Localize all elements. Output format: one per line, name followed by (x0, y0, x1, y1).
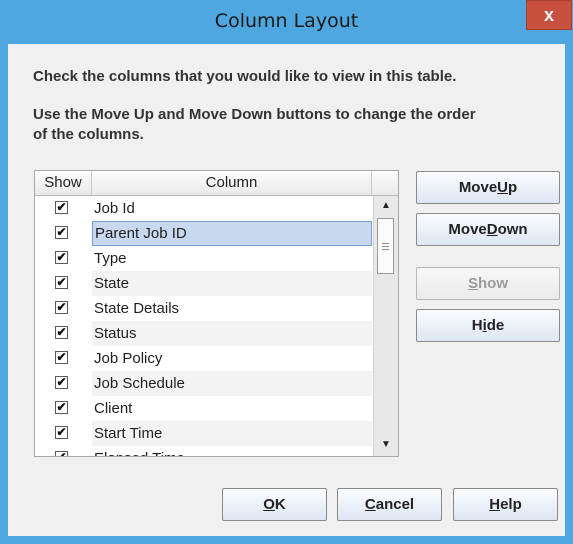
show-checkbox[interactable]: ✔ (55, 351, 68, 364)
scroll-up-icon[interactable]: ▲ (375, 197, 397, 215)
help-mnemonic: H (489, 496, 501, 513)
show-cell: ✔ (35, 271, 91, 296)
move-down-mnemonic: D (486, 221, 498, 238)
show-checkbox[interactable]: ✔ (55, 201, 68, 214)
column-name-cell: Job Policy (94, 350, 163, 367)
move-down-label-pre: Move (448, 221, 487, 238)
cancel-button[interactable]: Cancel (337, 488, 442, 521)
header-show[interactable]: Show (35, 171, 92, 195)
ok-label-post: K (274, 496, 286, 513)
show-checkbox[interactable]: ✔ (55, 326, 68, 339)
show-cell: ✔ (35, 246, 91, 271)
move-up-label-post: p (508, 179, 518, 196)
table-header: Show Column (35, 171, 398, 196)
hide-button[interactable]: Hi de (416, 309, 560, 342)
show-checkbox[interactable]: ✔ (55, 401, 68, 414)
show-cell: ✔ (35, 371, 91, 396)
vertical-scrollbar[interactable]: ▲ ▼ (373, 196, 398, 456)
instruction-line-2b: of the columns. (33, 126, 144, 143)
scroll-thumb[interactable] (377, 218, 394, 274)
ok-mnemonic: O (263, 496, 275, 513)
table-row[interactable]: ✔ Job Policy (35, 346, 372, 371)
column-name-cell: Elapsed Time (92, 446, 372, 456)
column-name-cell: Status (92, 321, 372, 346)
table-row[interactable]: ✔ Client (35, 396, 372, 421)
show-cell: ✔ (35, 446, 91, 456)
show-label-post: how (478, 275, 508, 292)
instruction-line-2a: Use the Move Up and Move Down buttons to… (33, 106, 476, 123)
show-checkbox[interactable]: ✔ (55, 251, 68, 264)
hide-label-pre: H (471, 317, 483, 334)
scroll-down-icon[interactable]: ▼ (375, 436, 397, 454)
grip-line (382, 243, 389, 244)
table-row[interactable]: ✔ Job Id (35, 196, 372, 221)
move-up-button[interactable]: Move Up (416, 171, 560, 204)
title-bar[interactable]: Column Layout x (0, 0, 573, 44)
table-row[interactable]: ✔ Job Schedule (35, 371, 372, 396)
column-name-cell: State Details (94, 300, 180, 317)
header-corner (372, 171, 398, 195)
show-cell: ✔ (35, 296, 91, 321)
table-rows: ✔ Job Id ✔ Parent Job ID ✔ Type ✔ State ✔ State D… (35, 196, 372, 456)
move-down-button[interactable]: Move Down (416, 213, 560, 246)
column-name-cell: Job Schedule (92, 371, 372, 396)
table-row[interactable]: ✔ Status (35, 321, 372, 346)
help-label-post: elp (500, 496, 522, 513)
show-checkbox[interactable]: ✔ (55, 276, 68, 289)
show-checkbox[interactable]: ✔ (55, 426, 68, 439)
show-mnemonic: S (467, 275, 478, 292)
close-icon: x (543, 4, 554, 25)
hide-label-post: de (486, 317, 505, 334)
show-cell: ✔ (35, 221, 91, 246)
table-row[interactable]: ✔ Elapsed Time (35, 446, 372, 456)
move-up-mnemonic: U (497, 179, 508, 196)
show-checkbox[interactable]: ✔ (55, 301, 68, 314)
dialog-window: Column Layout x Check the columns that y… (0, 0, 573, 544)
table-row[interactable]: ✔ Type (35, 246, 372, 271)
cancel-label-post: ancel (375, 496, 415, 513)
show-checkbox[interactable]: ✔ (55, 376, 68, 389)
column-name-cell: Client (94, 400, 133, 417)
show-cell: ✔ (35, 196, 91, 221)
column-name-cell: Start Time (92, 421, 372, 446)
show-cell: ✔ (35, 321, 91, 346)
show-cell: ✔ (35, 396, 91, 421)
column-name-cell: Parent Job ID (92, 221, 372, 246)
move-up-label-pre: Move (458, 179, 498, 196)
grip-line (382, 249, 389, 250)
show-checkbox[interactable]: ✔ (55, 451, 68, 456)
table-row[interactable]: ✔ State (35, 271, 372, 296)
grip-line (382, 246, 389, 247)
show-cell: ✔ (35, 421, 91, 446)
header-column[interactable]: Column (92, 171, 372, 195)
column-name-cell: State (92, 271, 372, 296)
cancel-mnemonic: C (364, 496, 376, 513)
table-row[interactable]: ✔ State Details (35, 296, 372, 321)
help-button[interactable]: Help (453, 488, 558, 521)
window-title: Column Layout (214, 10, 359, 32)
show-checkbox[interactable]: ✔ (55, 226, 68, 239)
column-name-cell: Job Id (94, 200, 135, 217)
move-down-label-post: own (497, 221, 528, 238)
table-row[interactable]: ✔ Start Time (35, 421, 372, 446)
show-button[interactable]: Show (416, 267, 560, 300)
instruction-line-1: Check the columns that you would like to… (33, 68, 457, 85)
columns-table: Show Column ✔ Job Id ✔ Parent Job ID ✔ Type ✔ S… (34, 170, 399, 457)
ok-button[interactable]: OK (222, 488, 327, 521)
show-cell: ✔ (35, 346, 91, 371)
column-name-cell: Type (94, 250, 127, 267)
close-button[interactable]: x (526, 0, 572, 30)
table-row[interactable]: ✔ Parent Job ID (35, 221, 372, 246)
